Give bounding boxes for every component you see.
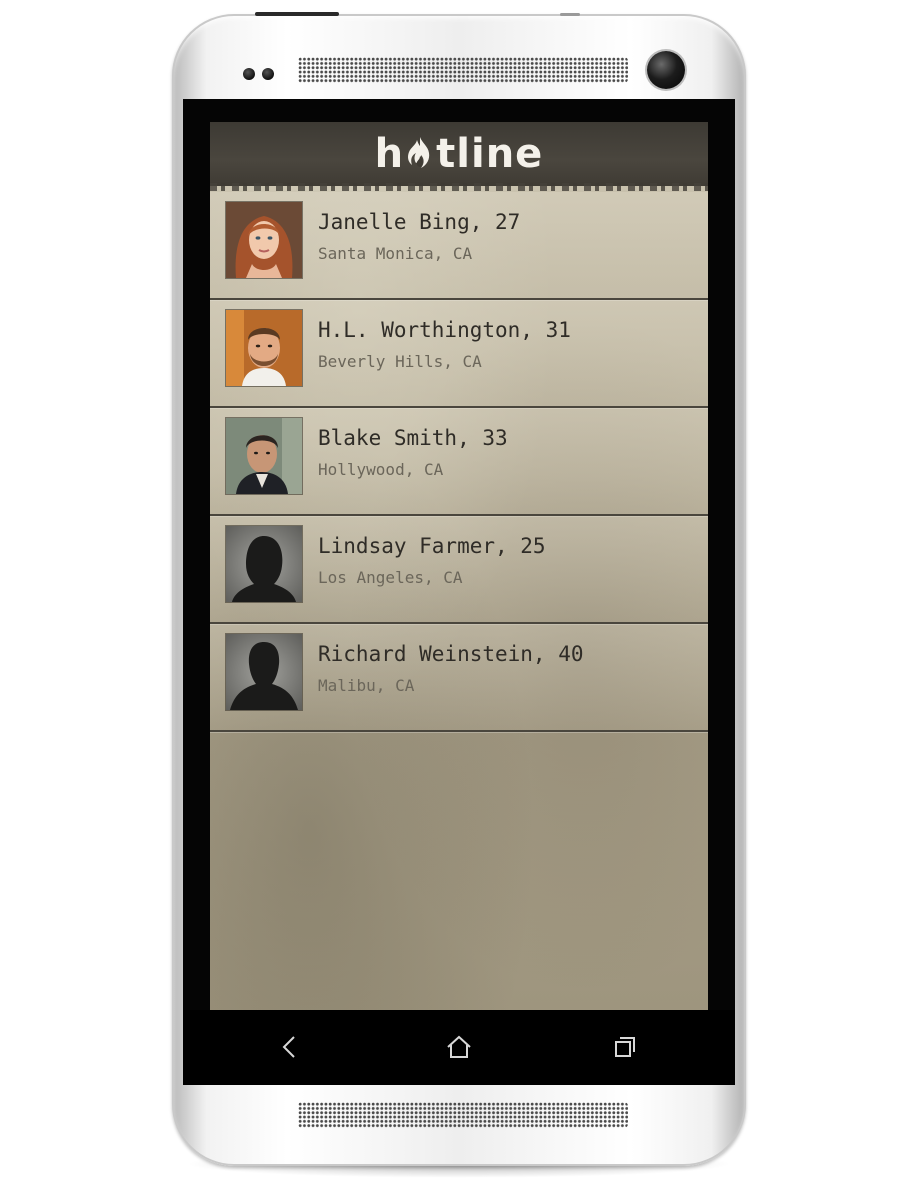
contact-row[interactable]: Richard Weinstein, 40 Malibu, CA <box>210 624 708 732</box>
contact-list: Janelle Bing, 27 Santa Monica, CA H.L. W… <box>210 192 708 732</box>
contact-row[interactable]: H.L. Worthington, 31 Beverly Hills, CA <box>210 300 708 408</box>
bottom-speaker-grille <box>298 1102 628 1128</box>
avatar-photo <box>226 202 302 278</box>
logo-text-right: tline <box>436 131 544 177</box>
power-button <box>255 12 339 16</box>
contact-location: Malibu, CA <box>318 676 415 695</box>
flame-icon <box>408 137 430 168</box>
ir-sensor <box>560 13 580 16</box>
contact-row[interactable]: Blake Smith, 33 Hollywood, CA <box>210 408 708 516</box>
contact-name: H.L. Worthington, 31 <box>318 318 571 342</box>
logo-text-left: h <box>374 131 405 177</box>
man-portrait-icon <box>226 310 302 386</box>
front-camera <box>647 51 685 89</box>
light-sensor <box>262 68 274 80</box>
app-logo: h tline <box>210 126 708 182</box>
contact-location: Hollywood, CA <box>318 460 444 479</box>
contact-name: Richard Weinstein, 40 <box>318 642 584 666</box>
back-button[interactable] <box>269 1030 309 1064</box>
proximity-sensor <box>243 68 255 80</box>
silhouette-icon <box>226 526 302 602</box>
home-button[interactable] <box>439 1030 479 1064</box>
man-portrait-icon <box>226 418 302 494</box>
avatar-placeholder <box>226 634 302 710</box>
contact-name: Lindsay Farmer, 25 <box>318 534 546 558</box>
woman-portrait-icon <box>226 202 302 278</box>
contact-name: Janelle Bing, 27 <box>318 210 521 234</box>
app-screen: h tline Janelle Bing, 27 Santa Monica, C… <box>210 122 708 1010</box>
avatar-photo <box>226 310 302 386</box>
contact-name: Blake Smith, 33 <box>318 426 508 450</box>
app-header: h tline <box>210 122 708 191</box>
recent-apps-icon <box>615 1037 635 1057</box>
contact-row[interactable]: Janelle Bing, 27 Santa Monica, CA <box>210 192 708 300</box>
contact-location: Santa Monica, CA <box>318 244 473 263</box>
avatar-photo <box>226 418 302 494</box>
home-icon <box>447 1035 471 1058</box>
back-chevron-icon <box>282 1036 295 1058</box>
device-mockup: h tline Janelle Bing, 27 Santa Monica, C… <box>0 0 918 1188</box>
recent-apps-button[interactable] <box>605 1030 645 1064</box>
avatar-placeholder <box>226 526 302 602</box>
silhouette-icon <box>226 634 302 710</box>
top-speaker-grille <box>298 57 628 83</box>
android-nav-bar <box>183 1010 735 1085</box>
contact-location: Los Angeles, CA <box>318 568 463 587</box>
contact-row[interactable]: Lindsay Farmer, 25 Los Angeles, CA <box>210 516 708 624</box>
contact-location: Beverly Hills, CA <box>318 352 482 371</box>
